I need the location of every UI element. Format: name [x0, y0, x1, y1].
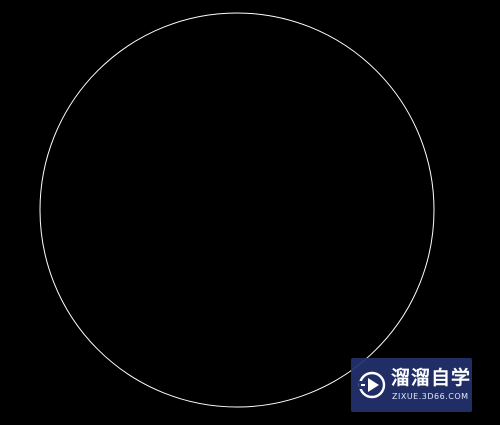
watermark-title: 溜溜自学	[391, 367, 472, 389]
circle-entity[interactable]	[39, 12, 435, 408]
watermark-url: ZIXUE.3D66.COM	[392, 392, 469, 401]
drawing-canvas[interactable]: 溜溜自学 ZIXUE.3D66.COM	[0, 0, 500, 425]
watermark: 溜溜自学 ZIXUE.3D66.COM	[351, 358, 472, 412]
play-icon	[358, 371, 386, 399]
